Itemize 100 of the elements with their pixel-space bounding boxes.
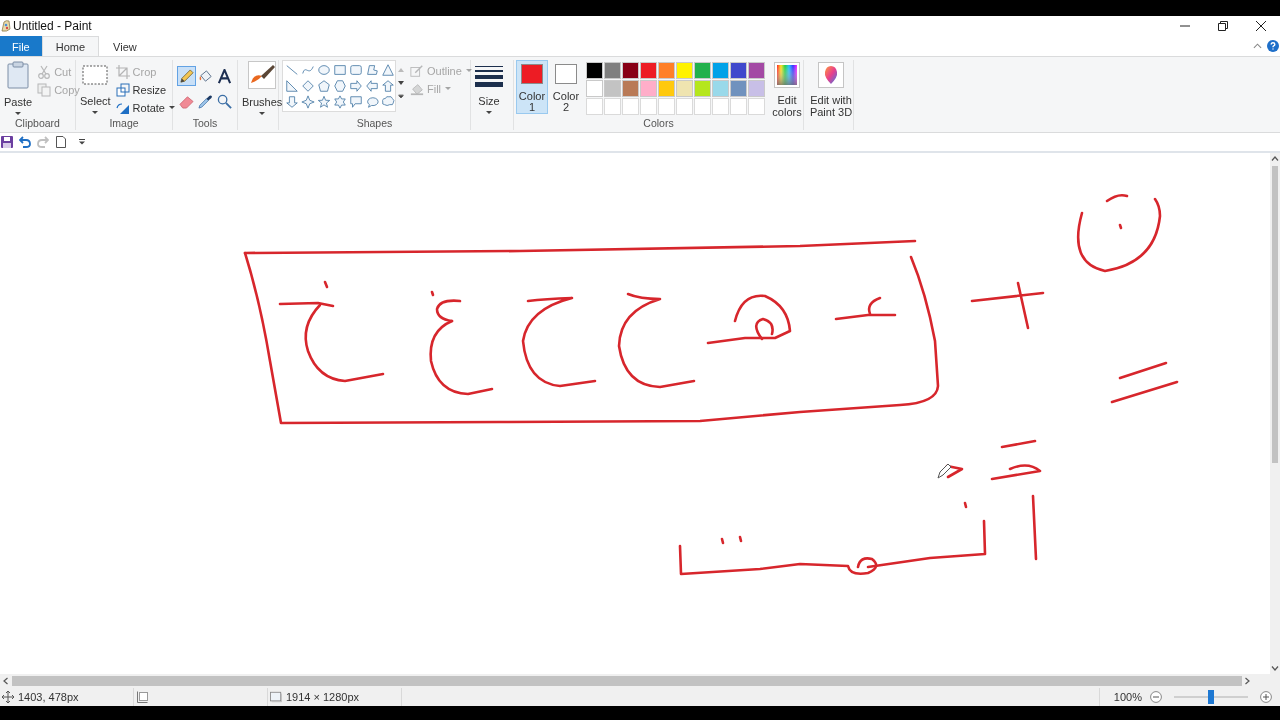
color-swatch-icon[interactable]	[748, 80, 765, 97]
primary-color-button[interactable]: Color 1	[516, 60, 548, 114]
eraser-icon	[179, 93, 194, 109]
caret-icon	[486, 111, 492, 114]
outline-pen-icon	[410, 63, 424, 78]
letter-a-icon	[217, 68, 232, 84]
rectangular-callout-icon[interactable]	[349, 95, 363, 109]
equals-sign-drawing	[1110, 361, 1179, 404]
pencil-cursor-icon	[937, 463, 952, 479]
oval-callout-icon[interactable]	[365, 95, 379, 109]
save-button[interactable]	[1, 136, 13, 148]
color-swatch-icon[interactable]	[730, 80, 747, 97]
pencil-tool-button[interactable]	[177, 66, 196, 86]
size-button[interactable]: Size	[473, 60, 505, 115]
color-swatch-icon[interactable]	[658, 62, 675, 79]
left-arrow-icon[interactable]	[365, 79, 379, 93]
expand-gallery-icon[interactable]	[398, 94, 404, 98]
five-point-star-icon[interactable]	[317, 95, 331, 109]
image-action-button[interactable]: Rotate	[115, 100, 175, 115]
customize-toolbar-icon[interactable]	[79, 139, 85, 145]
handwritten-letter-drawing	[945, 464, 964, 479]
right-arrow-icon[interactable]	[349, 79, 363, 93]
canvas-size: 1914 × 1280px	[286, 691, 360, 703]
zoom-in-icon[interactable]	[1260, 691, 1272, 703]
select-button[interactable]: Select	[78, 60, 113, 115]
dashed-rectangle-icon	[82, 65, 109, 85]
color-swatch-icon[interactable]	[694, 62, 711, 79]
vertical-scrollbar[interactable]	[1270, 153, 1280, 674]
collapse-ribbon-icon[interactable]	[1253, 43, 1262, 49]
color-swatch-icon[interactable]	[676, 62, 693, 79]
rectangle-icon[interactable]	[333, 63, 347, 77]
selection-size-icon	[136, 691, 148, 703]
color-swatch-icon[interactable]	[694, 80, 711, 97]
canvas-size-icon	[270, 691, 282, 703]
scrollbar-thumb[interactable]	[12, 676, 1242, 686]
horizontal-scrollbar[interactable]	[0, 674, 1280, 688]
color-swatch-icon[interactable]	[676, 80, 693, 97]
caret-icon	[92, 111, 99, 114]
image-action-button[interactable]: Resize	[115, 82, 175, 97]
color-swatch-icon[interactable]	[586, 80, 603, 97]
caret-icon	[465, 69, 472, 72]
ribbon-tab[interactable]: Home	[41, 36, 100, 56]
color-swatch-icon[interactable]	[604, 80, 621, 97]
scroll-down-icon[interactable]	[1271, 666, 1279, 671]
paintbrush-icon	[248, 61, 277, 89]
window-title: Untitled - Paint	[13, 19, 92, 33]
diamond-icon[interactable]	[301, 79, 315, 93]
undo-icon	[19, 136, 31, 148]
color-swatch-icon[interactable]	[586, 62, 603, 79]
color-swatch-icon[interactable]	[622, 62, 639, 79]
scroll-right-icon[interactable]	[1245, 677, 1250, 685]
scroll-left-icon[interactable]	[3, 677, 8, 685]
scroll-down-icon[interactable]	[398, 81, 404, 85]
four-point-star-icon[interactable]	[301, 95, 315, 109]
paste-button[interactable]: Paste	[2, 60, 35, 116]
hexagon-icon[interactable]	[333, 79, 347, 93]
ribbon-tab[interactable]: View	[99, 36, 151, 56]
group-label: Colors	[642, 117, 675, 130]
app-icon	[1, 20, 11, 32]
color-swatch-icon[interactable]	[730, 62, 747, 79]
color-swatch-icon[interactable]	[604, 62, 621, 79]
fill-bucket-icon	[410, 81, 424, 96]
polygon-icon[interactable]	[365, 63, 379, 77]
ribbon-tab[interactable]: File	[0, 36, 42, 56]
color-swatch-icon[interactable]	[622, 80, 639, 97]
pentagon-icon[interactable]	[317, 79, 331, 93]
close-icon	[1256, 21, 1266, 31]
blank-page-icon	[55, 136, 67, 148]
move-cross-icon	[2, 691, 14, 703]
color-swatch-icon[interactable]	[748, 62, 765, 79]
line-icon[interactable]	[285, 63, 299, 77]
color-swatch-icon[interactable]	[712, 62, 729, 79]
zoom-slider-thumb[interactable]	[1208, 690, 1214, 704]
text-tool-button[interactable]	[215, 66, 234, 86]
right-triangle-icon[interactable]	[285, 79, 299, 93]
color-swatch-icon[interactable]	[640, 80, 657, 97]
caret-icon	[259, 112, 266, 115]
undo-button[interactable]	[19, 136, 31, 148]
group-label: Image	[108, 117, 140, 130]
secondary-color-button[interactable]: Color 2	[550, 60, 582, 114]
resize-icon	[115, 82, 130, 97]
cursor-position: 1403, 478px	[18, 691, 79, 703]
help-icon[interactable]	[1267, 40, 1279, 52]
edit-with-paint-3d-button[interactable]: Edit with Paint 3D	[806, 60, 856, 119]
scrollbar-thumb[interactable]	[1272, 166, 1278, 463]
caret-icon	[15, 112, 22, 115]
group-label: Tools	[191, 117, 219, 130]
edit-colors-button[interactable]: Edit colors	[767, 60, 807, 119]
color-swatch-icon[interactable]	[712, 80, 729, 97]
copy-icon	[37, 82, 52, 97]
zoom-out-icon[interactable]	[1150, 691, 1162, 703]
new-file-button[interactable]	[55, 136, 67, 148]
down-arrow-icon[interactable]	[285, 95, 299, 109]
color-swatch-icon[interactable]	[658, 80, 675, 97]
color-swatch-icon[interactable]	[640, 62, 657, 79]
color-spectrum-icon	[774, 62, 800, 88]
scroll-up-icon[interactable]	[1271, 156, 1279, 161]
redo-icon	[37, 136, 49, 148]
six-point-star-icon[interactable]	[333, 95, 347, 109]
caret-icon	[445, 87, 452, 90]
